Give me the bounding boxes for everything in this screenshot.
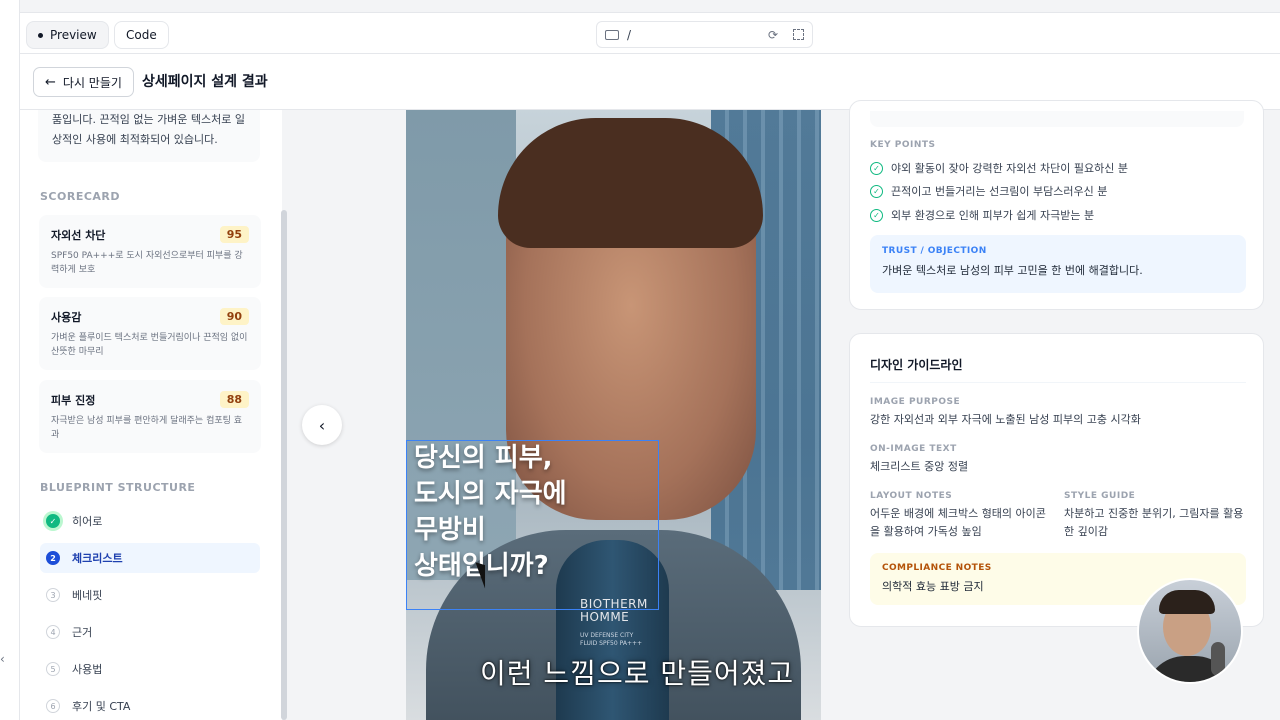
fullscreen-icon[interactable] — [793, 29, 804, 40]
tab-preview[interactable]: Preview — [26, 21, 109, 49]
page-title: 상세페이지 설계 결과 — [142, 74, 268, 90]
step-item-reviews-cta[interactable]: 6 후기 및 CTA — [40, 691, 260, 720]
score-badge: 88 — [219, 391, 249, 408]
hero-preview-image[interactable]: BIOTHERM HOMME UV DEFENSE CITY FLUID SPF… — [406, 110, 821, 720]
check-circle-icon: ✓ — [870, 184, 883, 198]
score-card: 자외선 차단 SPF50 PA+++로 도시 자외선으로부터 피부를 강력하게 … — [39, 215, 261, 288]
layout-notes-text: 어두운 배경에 체크박스 형태의 아이콘을 활용하여 가독성 높임 — [870, 507, 1046, 538]
video-subtitle: 이런 느낌으로 만들어졌고 — [480, 657, 795, 690]
active-dot-icon — [38, 32, 43, 38]
divider — [870, 382, 1246, 383]
step-label: 사용법 — [72, 663, 103, 676]
design-guide-title: 디자인 가이드라인 — [870, 358, 963, 372]
on-image-text-label: ON-IMAGE TEXT — [870, 444, 957, 454]
prev-slide-button[interactable]: ‹ — [302, 405, 342, 445]
step-number: 3 — [46, 588, 60, 602]
step-done-icon: ✓ — [46, 514, 60, 528]
key-point-item: ✓ 끈적이고 번들거리는 선크림이 부담스러우신 분 — [870, 183, 1107, 199]
step-number: 4 — [46, 625, 60, 639]
webcam-overlay — [1137, 578, 1243, 684]
on-image-text: 체크리스트 중앙 정렬 — [870, 460, 969, 473]
left-panel-scrollbar[interactable] — [281, 210, 287, 720]
check-circle-icon: ✓ — [870, 161, 883, 175]
chevron-left-icon[interactable]: ‹ — [0, 652, 5, 666]
bottle-sub-line: FLUID SPF50 PA+++ — [580, 640, 643, 647]
step-label: 히어로 — [72, 515, 103, 528]
trust-label: TRUST / OBJECTION — [882, 246, 987, 256]
tab-code[interactable]: Code — [114, 21, 169, 49]
image-purpose-text: 강한 자외선과 외부 자극에 노출된 남성 피부의 고충 시각화 — [870, 413, 1141, 426]
step-label: 베네핏 — [72, 589, 103, 602]
score-badge: 95 — [219, 226, 249, 243]
presenter-hair — [1159, 590, 1215, 614]
bottle-brand-line: HOMME — [580, 610, 630, 624]
step-item-usage[interactable]: 5 사용법 — [40, 654, 260, 684]
selection-box[interactable] — [406, 440, 659, 610]
chevron-left-icon: ‹ — [318, 415, 326, 435]
key-point-item: ✓ 외부 환경으로 인해 피부가 쉽게 자극받는 분 — [870, 207, 1094, 223]
model-hair — [498, 118, 763, 248]
url-bar[interactable]: / ⟳ — [596, 21, 813, 48]
back-button-label: 다시 만들기 — [62, 75, 122, 90]
step-number: 2 — [46, 551, 60, 565]
back-button[interactable]: ← 다시 만들기 — [33, 67, 134, 97]
trust-text: 가벼운 텍스처로 남성의 피부 고민을 한 번에 해결합니다. — [882, 264, 1143, 277]
top-bar: Preview Code / ⟳ — [20, 12, 1280, 54]
score-card: 피부 진정 자극받은 남성 피부를 편안하게 달래주는 컴포팅 효과 88 — [39, 380, 261, 453]
arrow-left-icon: ← — [45, 74, 56, 90]
step-item-hero[interactable]: ✓ 히어로 — [40, 506, 260, 536]
score-desc: 자극받은 남성 피부를 편안하게 달래주는 컴포팅 효과 — [51, 416, 243, 440]
check-circle-icon: ✓ — [870, 208, 883, 222]
refresh-icon[interactable]: ⟳ — [768, 28, 778, 42]
url-path: / — [627, 27, 632, 42]
step-label: 체크리스트 — [72, 552, 123, 565]
step-label: 근거 — [72, 626, 93, 639]
score-desc: 가벼운 플루이드 텍스처로 번들거림이나 끈적임 없이 산뜻한 마무리 — [51, 333, 248, 357]
bottle-sub-line: UV DEFENSE CITY — [580, 632, 634, 639]
key-point-text: 야외 활동이 잦아 강력한 자외선 차단이 필요하신 분 — [891, 162, 1128, 175]
compliance-label: COMPLIANCE NOTES — [882, 563, 992, 573]
score-card: 사용감 가벼운 플루이드 텍스처로 번들거림이나 끈적임 없이 산뜻한 마무리 … — [39, 297, 261, 370]
key-point-text: 외부 환경으로 인해 피부가 쉽게 자극받는 분 — [891, 209, 1095, 222]
step-item-evidence[interactable]: 4 근거 — [40, 617, 260, 647]
product-description: 품입니다. 끈적임 없는 가벼운 텍스처로 일상적인 사용에 최적화되어 있습니… — [38, 110, 260, 162]
trust-objection-box: TRUST / OBJECTION 가벼운 텍스처로 남성의 피부 고민을 한 … — [870, 235, 1246, 293]
left-panel: 품입니다. 끈적임 없는 가벼운 텍스처로 일상적인 사용에 최적화되어 있습니… — [20, 110, 282, 720]
step-label: 후기 및 CTA — [72, 700, 131, 713]
layout-notes-label: LAYOUT NOTES — [870, 491, 953, 501]
step-item-checklist[interactable]: 2 체크리스트 — [40, 543, 260, 573]
scorecard-label: SCORECARD — [40, 190, 121, 203]
score-desc: SPF50 PA+++로 도시 자외선으로부터 피부를 강력하게 보호 — [51, 251, 243, 275]
key-point-item: ✓ 야외 활동이 잦아 강력한 자외선 차단이 필요하신 분 — [870, 160, 1128, 176]
blueprint-label: BLUEPRINT STRUCTURE — [40, 481, 196, 494]
key-points-label: KEY POINTS — [870, 140, 936, 150]
tab-preview-label: Preview — [50, 28, 97, 42]
tab-code-label: Code — [126, 28, 157, 42]
step-number: 6 — [46, 699, 60, 713]
step-item-benefit[interactable]: 3 베네핏 — [40, 580, 260, 610]
step-number: 5 — [46, 662, 60, 676]
key-points-card: KEY POINTS ✓ 야외 활동이 잦아 강력한 자외선 차단이 필요하신 … — [849, 100, 1264, 310]
device-icon[interactable] — [605, 29, 619, 40]
image-purpose-label: IMAGE PURPOSE — [870, 397, 961, 407]
microphone-icon — [1211, 642, 1225, 676]
card-top-strip — [870, 111, 1244, 127]
style-guide-label: STYLE GUIDE — [1064, 491, 1136, 501]
bottle-subtext: UV DEFENSE CITY FLUID SPF50 PA+++ — [580, 632, 642, 648]
key-point-text: 끈적이고 번들거리는 선크림이 부담스러우신 분 — [891, 185, 1108, 198]
style-guide-text: 차분하고 진중한 분위기, 그림자를 활용한 깊이감 — [1064, 507, 1244, 538]
left-rail: ‹ — [0, 0, 20, 720]
score-badge: 90 — [219, 308, 249, 325]
